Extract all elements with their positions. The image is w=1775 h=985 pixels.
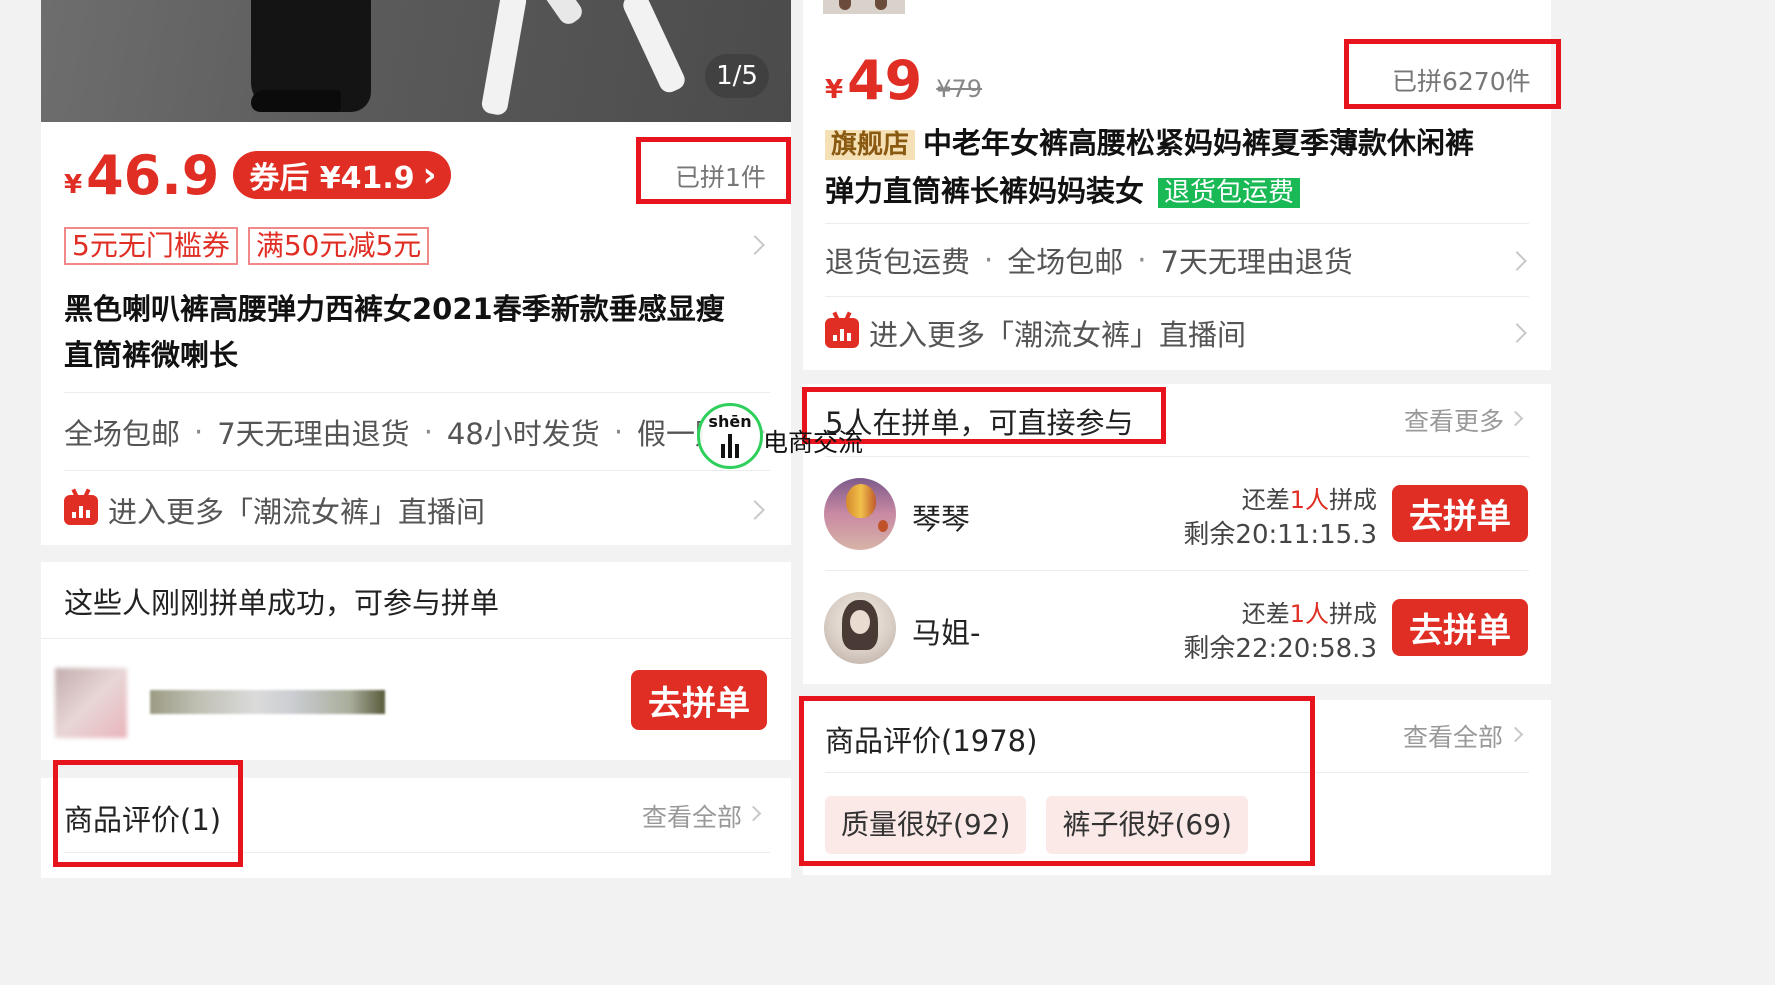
product-title: 黑色喇叭裤高腰弹力西裤女2021春季新款垂感显瘦 直筒裤微喇长 (64, 286, 774, 378)
join-group-button[interactable]: 去拼单 (631, 670, 767, 730)
left-price-row: ¥ 46.9 券后 ¥41.9 › (64, 143, 451, 207)
watermark-glyph (721, 432, 739, 458)
currency-symbol: ¥ (825, 75, 844, 105)
currency-symbol: ¥ (64, 170, 83, 200)
view-more-link[interactable]: 查看更多 (1404, 402, 1504, 438)
right-price-row: ¥ 49 ¥79 (825, 48, 983, 112)
need-count: 1人 (1289, 600, 1329, 628)
highlight-box (636, 137, 791, 204)
product-title-text: 中老年女裤高腰松紧妈妈裤夏季薄款休闲裤 (923, 126, 1475, 160)
divider (41, 638, 791, 639)
join-group-button[interactable]: 去拼单 (1392, 485, 1528, 542)
live-stream-icon (825, 318, 859, 348)
coupon-price-badge[interactable]: 券后 ¥41.9 › (233, 151, 451, 199)
service-item: 48小时发货 (446, 417, 600, 451)
thumbnail-figure (839, 0, 851, 10)
live-room-link[interactable]: 进入更多「潮流女裤」直播间 (64, 488, 485, 532)
balloon (878, 520, 888, 532)
thumbnail-figure (875, 0, 887, 10)
group-leader-name: 琴琴 (912, 502, 971, 536)
product-image[interactable]: 1/5 (41, 0, 791, 122)
image-counter: 1/5 (705, 54, 769, 98)
service-item: 全场包邮 (1007, 245, 1124, 279)
coupon-tags[interactable]: 5元无门槛券 满50元减5元 (64, 227, 439, 265)
thumbnail-strip[interactable] (823, 0, 905, 14)
watermark-pinyin: shēn (708, 412, 752, 431)
service-item: 7天无理由退货 (1160, 245, 1353, 279)
service-item: 退货包运费 (825, 245, 971, 279)
avatar (824, 478, 896, 550)
price-value: 49 (847, 48, 923, 112)
group-countdown: 剩余22:20:58.3 (1183, 634, 1377, 664)
stool-leg (540, 0, 586, 28)
portrait-face (850, 610, 870, 634)
divider (64, 470, 770, 471)
blurred-buyer-avatar (55, 668, 127, 738)
live-room-label: 进入更多「潮流女裤」直播间 (869, 318, 1247, 352)
highlight-box (799, 696, 1315, 866)
divider (825, 296, 1529, 297)
product-title-line: 黑色喇叭裤高腰弹力西裤女2021春季新款垂感显瘦 (64, 292, 725, 326)
divider (64, 392, 770, 393)
stool-leg (620, 0, 688, 96)
return-shipping-badge: 退货包运费 (1158, 178, 1301, 208)
watermark-text: 电商交流 (763, 428, 864, 457)
service-list[interactable]: 退货包运费 · 全场包邮 · 7天无理由退货 (825, 238, 1353, 282)
product-title-line: 弹力直筒裤长裤妈妈装女 退货包运费 (825, 168, 1535, 216)
highlight-box (53, 760, 243, 867)
stool-leg (480, 0, 528, 117)
join-group-button[interactable]: 去拼单 (1392, 599, 1528, 656)
group-need-text: 还差1人拼成 (1242, 480, 1377, 515)
group-countdown: 剩余20:11:15.3 (1183, 520, 1377, 550)
need-suffix: 拼成 (1329, 600, 1377, 628)
watermark-logo: shēn (697, 403, 763, 469)
need-suffix: 拼成 (1329, 486, 1377, 514)
view-all-label: 查看全部 (1403, 723, 1504, 752)
live-room-label: 进入更多「潮流女裤」直播间 (108, 495, 486, 529)
price-value: 46.9 (86, 143, 220, 207)
product-title-text: 弹力直筒裤长裤妈妈装女 (825, 174, 1145, 208)
product-title-line: 旗舰店 中老年女裤高腰松紧妈妈裤夏季薄款休闲裤 (825, 120, 1535, 168)
view-more-label: 查看更多 (1404, 407, 1505, 436)
service-list[interactable]: 全场包邮· 7天无理由退货· 48小时发货· 假一赔十 (64, 410, 704, 454)
avatar (824, 592, 896, 664)
group-need-text: 还差1人拼成 (1242, 594, 1377, 629)
view-all-link[interactable]: 查看全部 (1403, 718, 1503, 754)
live-room-link[interactable]: 进入更多「潮流女裤」直播间 (825, 311, 1246, 355)
highlight-box (1344, 39, 1561, 109)
product-title: 旗舰店 中老年女裤高腰松紧妈妈裤夏季薄款休闲裤 弹力直筒裤长裤妈妈装女 退货包运费 (825, 120, 1535, 216)
coupon-price-text: 券后 ¥41.9 (249, 161, 415, 196)
group-leader-name: 马姐- (912, 616, 981, 650)
coupon-tag[interactable]: 5元无门槛券 (64, 227, 238, 265)
coupon-tag[interactable]: 满50元减5元 (247, 227, 430, 265)
service-item: 7天无理由退货 (217, 417, 410, 451)
service-item: 假一赔十 (637, 417, 704, 451)
live-stream-icon (64, 495, 98, 525)
service-item: 全场包邮 (64, 417, 181, 451)
divider (825, 570, 1529, 571)
need-prefix: 还差 (1241, 600, 1290, 628)
recent-buyers-title: 这些人刚刚拼单成功，可参与拼单 (64, 586, 500, 620)
view-all-label: 查看全部 (642, 803, 743, 832)
balloon (846, 484, 876, 518)
original-price: ¥79 (936, 75, 983, 103)
model-shoe (251, 90, 341, 112)
chevron-right-icon: › (422, 155, 437, 195)
need-count: 1人 (1289, 486, 1329, 514)
view-all-link[interactable]: 查看全部 (642, 798, 742, 834)
product-title-line: 直筒裤微喇长 (64, 338, 239, 372)
blurred-buyer-name (150, 690, 385, 714)
divider (825, 223, 1529, 224)
flagship-store-badge: 旗舰店 (825, 130, 916, 160)
need-prefix: 还差 (1241, 486, 1290, 514)
divider (825, 456, 1529, 457)
